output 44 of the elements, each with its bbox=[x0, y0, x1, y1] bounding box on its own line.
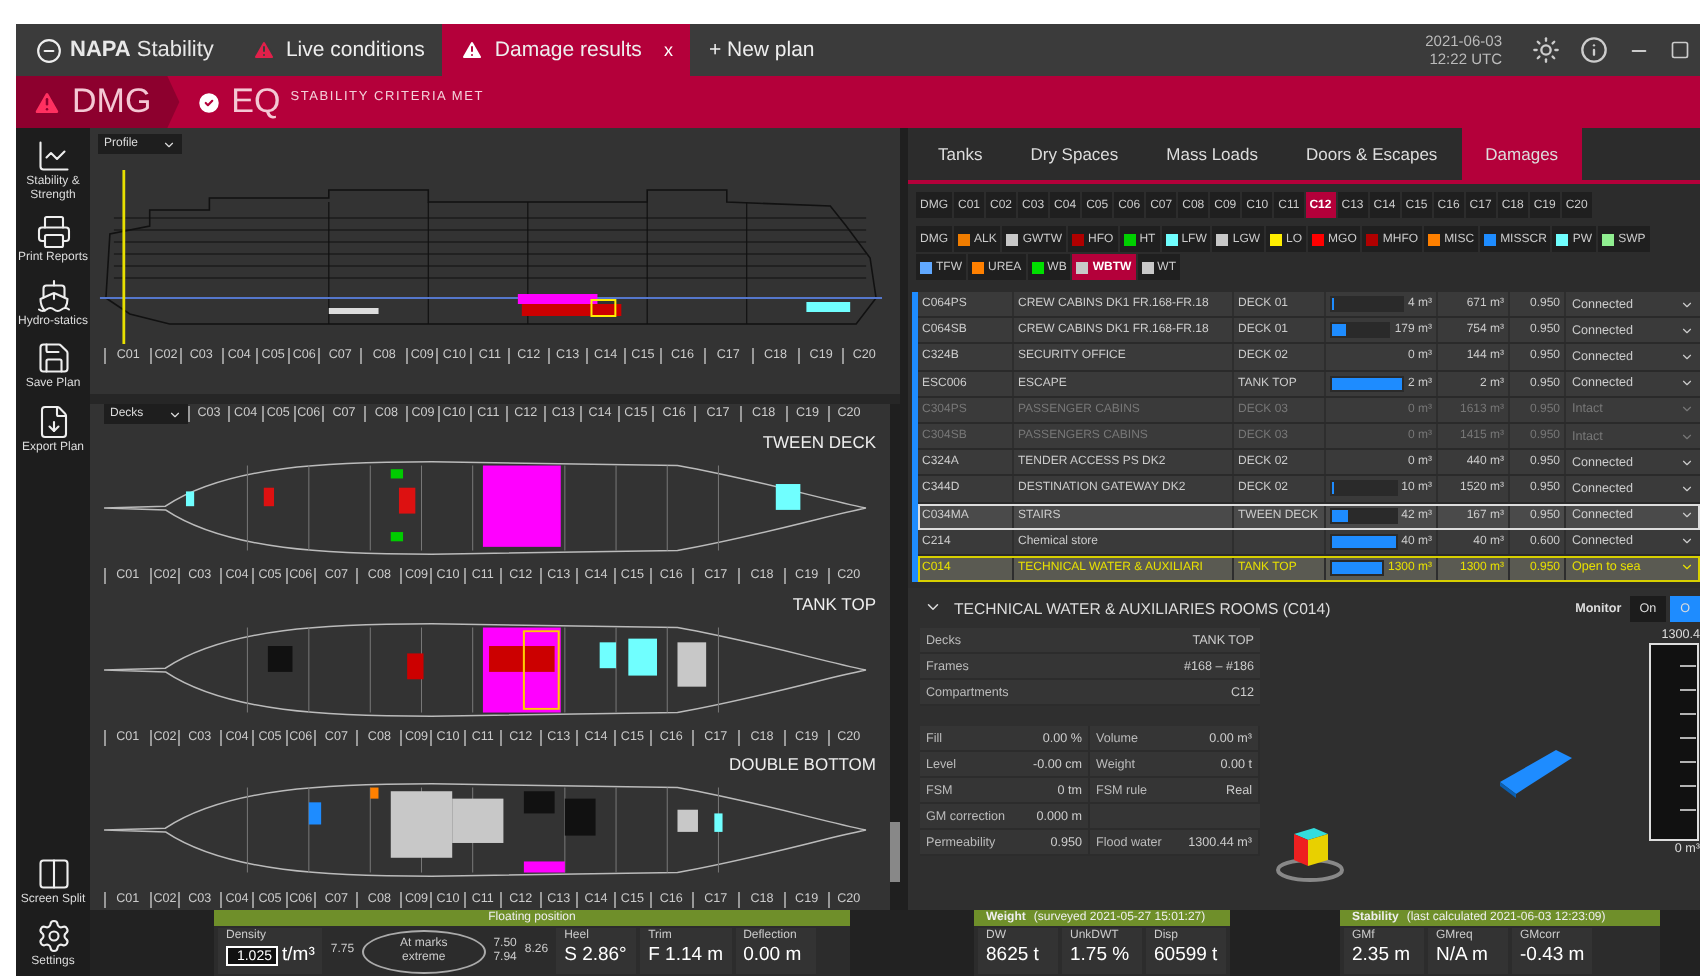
caret-icon bbox=[168, 407, 182, 422]
reading-value: 0.00 m bbox=[743, 944, 804, 968]
check-icon bbox=[195, 89, 222, 115]
maximize-icon[interactable] bbox=[1670, 40, 1690, 60]
tab[interactable]: Mass Loads bbox=[1142, 128, 1282, 180]
reading-value: 60599 t bbox=[1154, 944, 1218, 968]
caret-icon bbox=[162, 137, 176, 151]
split-screen-icon bbox=[35, 855, 71, 892]
close-tab-button[interactable]: x bbox=[663, 40, 673, 60]
unit-text: t/m³ bbox=[282, 944, 315, 968]
export-icon bbox=[35, 403, 71, 440]
equilibrium-label: EQ bbox=[231, 82, 281, 122]
settings-icon bbox=[35, 918, 71, 955]
app-title: NAPA Stability bbox=[70, 38, 214, 62]
deck-title: TWEEN DECK bbox=[762, 431, 876, 452]
reading-value: N/A m bbox=[1436, 944, 1490, 968]
mode-label: DMG bbox=[72, 82, 152, 122]
warning-icon bbox=[460, 38, 485, 62]
chart-icon bbox=[35, 138, 71, 174]
sun-icon[interactable] bbox=[1532, 36, 1560, 64]
reading-value: 8625 t bbox=[986, 944, 1041, 968]
save-icon bbox=[35, 340, 71, 377]
reading-value: -0.43 m bbox=[1520, 944, 1585, 968]
warning-icon bbox=[251, 38, 276, 62]
ship-icon bbox=[35, 277, 71, 314]
tab[interactable]: Tanks bbox=[914, 128, 1007, 180]
reading-value: 1.75 % bbox=[1070, 944, 1132, 968]
tab[interactable]: Doors & Escapes bbox=[1282, 128, 1462, 180]
view-cube-icon[interactable] bbox=[1276, 822, 1344, 882]
printer-icon bbox=[35, 214, 71, 251]
tab[interactable]: Live conditions bbox=[233, 24, 443, 76]
logo-icon bbox=[36, 37, 62, 63]
reading-value: 2.35 m bbox=[1352, 944, 1413, 968]
reading-value: S 2.86° bbox=[564, 944, 629, 968]
reading-value: F 1.14 m bbox=[648, 944, 724, 968]
tab[interactable]: Damage results x bbox=[442, 24, 691, 76]
info-icon[interactable] bbox=[1580, 36, 1608, 64]
tab[interactable]: Dry Spaces bbox=[1006, 128, 1143, 180]
deck-title: TANK TOP bbox=[792, 593, 876, 613]
tab[interactable]: + New plan bbox=[690, 24, 833, 76]
scrollbar-thumb[interactable] bbox=[890, 822, 900, 882]
deck-title: DOUBLE BOTTOM bbox=[728, 754, 876, 775]
warning-icon bbox=[32, 87, 62, 117]
tab[interactable]: Damages bbox=[1461, 128, 1583, 180]
